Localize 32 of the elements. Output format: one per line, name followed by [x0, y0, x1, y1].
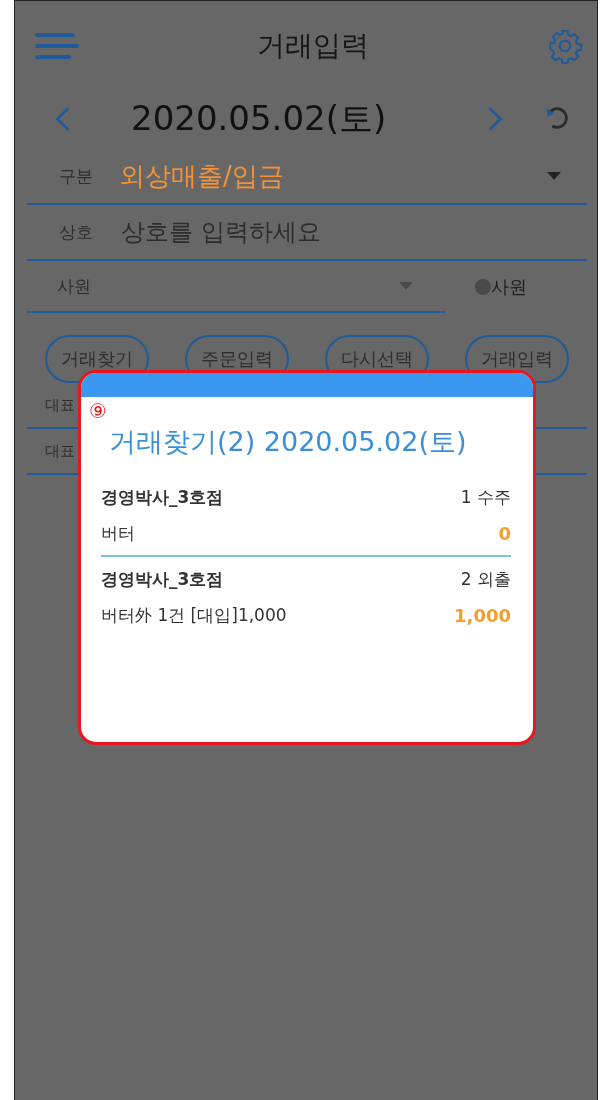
item-detail: 버터 [101, 521, 135, 545]
next-icon[interactable] [487, 106, 503, 132]
staff-placeholder: 사원 [57, 274, 91, 298]
previous-icon[interactable] [55, 106, 71, 132]
item-detail: 버터外 1건 [대입]1,000 [101, 603, 287, 627]
transaction-type: 1 수주 [460, 485, 511, 509]
dropdown-icon [547, 172, 561, 180]
field-label: 상호 [59, 220, 94, 244]
company-field[interactable]: 상호 상호를 입력하세요 [27, 205, 587, 261]
screen-title: 거래입력 [257, 28, 369, 64]
settings-icon[interactable] [547, 28, 583, 64]
dialog-title: 거래찾기(2) 2020.05.02(토) [109, 425, 467, 459]
transaction-item[interactable]: 경영박사_3호점 2 외출 버터外 1건 [대입]1,000 1,000 [101, 557, 511, 637]
field-label: 대표 [45, 441, 75, 461]
transaction-type: 2 외출 [460, 567, 511, 591]
menu-icon[interactable] [35, 31, 79, 61]
staff-radio[interactable]: 사원 [475, 275, 527, 299]
amount-text: 0 [498, 522, 511, 544]
company-name: 경영박사_3호점 [101, 485, 224, 509]
field-label: 대표 [45, 395, 75, 415]
amount-text: 1,000 [454, 604, 511, 626]
field-label: 구분 [59, 164, 94, 188]
date-text: 2020.05.02(토) [131, 97, 387, 140]
step-marker: ⑨ [89, 399, 107, 423]
transaction-item[interactable]: 경영박사_3호점 1 수주 버터 0 [101, 475, 511, 557]
company-input[interactable]: 상호를 입력하세요 [119, 217, 561, 247]
category-value: 외상매출/입금 [119, 159, 285, 193]
category-select[interactable]: 구분 외상매출/입금 [27, 149, 587, 205]
dropdown-icon [399, 282, 413, 290]
company-name: 경영박사_3호점 [101, 567, 224, 591]
staff-select[interactable]: 사원 [27, 261, 445, 313]
radio-label: 사원 [491, 275, 527, 299]
